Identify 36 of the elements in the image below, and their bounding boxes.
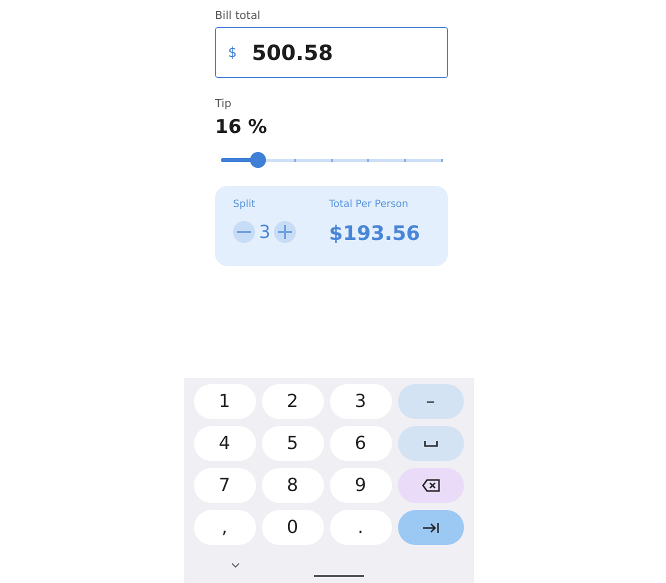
decrease-button[interactable]	[233, 221, 255, 243]
key[interactable]: –	[398, 384, 464, 419]
minus-icon	[237, 231, 251, 233]
increase-button[interactable]	[274, 221, 296, 243]
key[interactable]: ,	[194, 510, 256, 545]
total-per-person: $193.56	[329, 221, 420, 245]
tip-value: 16 %	[215, 116, 268, 138]
key[interactable]: 2	[262, 384, 324, 419]
key[interactable]: 6	[330, 426, 392, 461]
plus-icon	[278, 225, 292, 239]
total-label: Total Per Person	[329, 199, 408, 210]
currency-symbol: $	[228, 44, 237, 60]
bill-amount: 500.58	[252, 40, 333, 64]
backspace-key[interactable]	[398, 468, 464, 503]
key[interactable]: 3	[330, 384, 392, 419]
space-icon	[424, 440, 438, 446]
key[interactable]: 8	[262, 468, 324, 503]
tip-label: Tip	[215, 97, 232, 110]
key[interactable]: 9	[330, 468, 392, 503]
navigation-handle[interactable]	[314, 575, 364, 577]
slider-thumb[interactable]	[250, 152, 266, 168]
tab-icon	[422, 522, 438, 532]
tip-slider[interactable]	[221, 151, 442, 169]
tab-key[interactable]	[398, 510, 464, 545]
key[interactable]: 7	[194, 468, 256, 503]
backspace-icon	[422, 479, 440, 492]
split-count: 3	[259, 222, 270, 242]
key[interactable]: 0	[262, 510, 324, 545]
chevron-down-icon[interactable]	[230, 563, 240, 568]
field-label: Bill total	[215, 9, 262, 22]
key[interactable]: 4	[194, 426, 256, 461]
key[interactable]: 5	[262, 426, 324, 461]
bill-total-field[interactable]: $ 500.58	[215, 27, 448, 78]
key[interactable]: .	[330, 510, 392, 545]
key[interactable]: 1	[194, 384, 256, 419]
split-label: Split	[233, 199, 256, 210]
